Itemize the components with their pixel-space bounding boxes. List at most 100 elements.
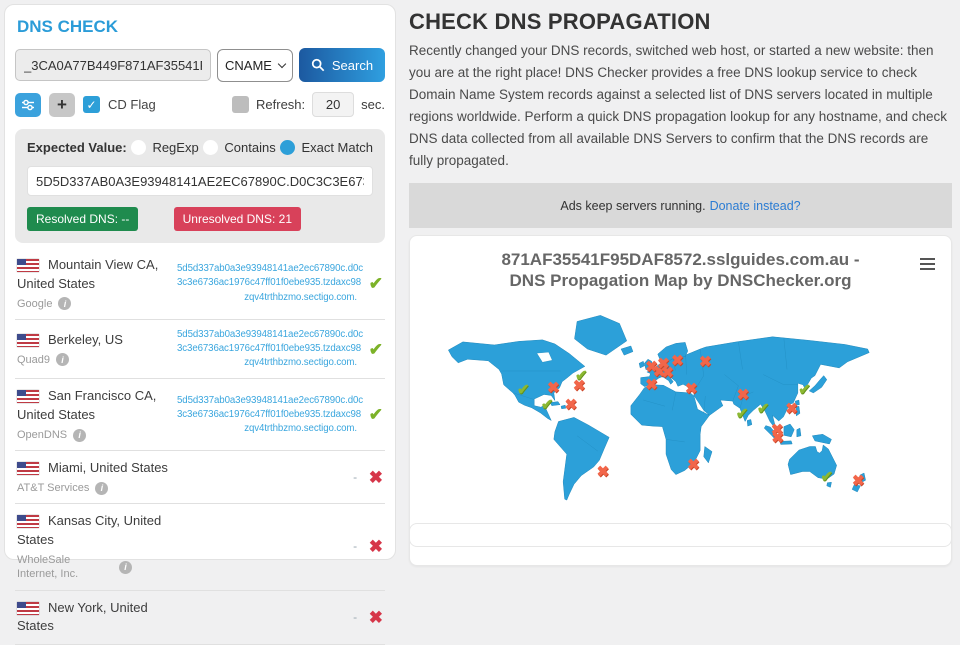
cd-flag-label: CD Flag — [108, 97, 156, 112]
map-marker-resolved: ✔ — [821, 469, 834, 484]
filter-settings-button[interactable] — [15, 93, 41, 117]
us-flag-icon — [17, 602, 39, 615]
page-title: CHECK DNS PROPAGATION — [409, 9, 952, 35]
refresh-checkbox[interactable] — [232, 96, 249, 113]
info-icon[interactable]: i — [58, 297, 71, 310]
server-row-miami: Miami, United States AT&T Services i - ✖ — [15, 451, 385, 504]
record-type-select[interactable]: CNAME — [217, 49, 293, 82]
resolved-dns-badge: Resolved DNS: -- — [27, 207, 138, 231]
search-row: CNAME Search — [15, 48, 385, 82]
chart-menu-button[interactable] — [918, 253, 937, 275]
radio-regexp-label: RegExp — [152, 140, 198, 155]
radio-regexp-circle[interactable] — [131, 140, 146, 155]
server-provider: Google — [17, 297, 52, 311]
server-location-cell: Miami, United States AT&T Services i — [17, 459, 177, 495]
map-marker-not-resolved: ✖ — [565, 397, 578, 412]
dns-server-list: Mountain View CA, United States Google i… — [15, 248, 385, 645]
map-title: 871AF35541F95DAF8572.sslguides.com.au - … — [410, 249, 951, 292]
sliders-icon — [21, 99, 35, 111]
map-marker-not-resolved: ✖ — [597, 464, 610, 479]
server-dns-value: - — [177, 538, 357, 555]
us-flag-icon — [17, 390, 39, 403]
radio-contains[interactable]: Contains — [203, 140, 275, 155]
map-marker-resolved: ✔ — [757, 401, 770, 416]
radio-contains-label: Contains — [224, 140, 275, 155]
server-location-cell: Berkeley, US Quad9 i — [17, 331, 177, 367]
search-button-label: Search — [332, 58, 373, 73]
server-status-icon: ✔ — [357, 341, 383, 358]
server-location-cell: New York, United States i — [17, 599, 177, 637]
refresh-group: Refresh: sec. — [232, 92, 385, 117]
radio-regexp[interactable]: RegExp — [131, 140, 198, 155]
map-marker-not-resolved: ✖ — [771, 430, 784, 445]
info-icon[interactable]: i — [56, 353, 69, 366]
map-marker-not-resolved: ✖ — [737, 388, 750, 403]
map-marker-layer: ✔✔✖✔✖✖✖✖✖✖✖✖✖✖✖✔✔✖✔✖✖✖✖✔✖ — [422, 298, 939, 520]
expected-value-label: Expected Value: — [27, 140, 127, 155]
search-icon — [311, 58, 325, 72]
options-row: + ✓ CD Flag Refresh: sec. — [15, 92, 385, 117]
map-marker-not-resolved: ✖ — [645, 377, 658, 392]
server-dns-value: 5d5d337ab0a3e93948141ae2ec67890c.d0c3c3e… — [177, 262, 357, 304]
donate-link[interactable]: Donate instead? — [710, 199, 801, 213]
unresolved-dns-badge: Unresolved DNS: 21 — [174, 207, 301, 231]
map-marker-not-resolved: ✖ — [687, 457, 700, 472]
record-type-value: CNAME — [225, 58, 272, 73]
map-title-line2: DNS Propagation Map by DNSChecker.org — [410, 270, 951, 291]
server-location: Berkeley, US — [48, 332, 123, 347]
world-map: ✔✔✖✔✖✖✖✖✖✖✖✖✖✖✖✔✔✖✔✖✖✖✖✔✖ — [422, 298, 939, 520]
refresh-label: Refresh: — [256, 97, 305, 112]
server-row-san-francisco: San Francisco CA, United States OpenDNS … — [15, 379, 385, 451]
server-provider: OpenDNS — [17, 428, 67, 442]
propagation-map-card: 871AF35541F95DAF8572.sslguides.com.au - … — [409, 235, 952, 566]
server-location-cell: Mountain View CA, United States Google i — [17, 256, 177, 311]
map-title-line1: 871AF35541F95DAF8572.sslguides.com.au - — [410, 249, 951, 270]
intro-paragraph: Recently changed your DNS records, switc… — [409, 40, 952, 172]
main-content: CHECK DNS PROPAGATION Recently changed y… — [409, 0, 952, 566]
map-marker-not-resolved: ✖ — [699, 355, 712, 370]
map-marker-not-resolved: ✖ — [547, 380, 560, 395]
server-dns-value: 5d5d337ab0a3e93948141ae2ec67890c.d0c3c3e… — [177, 328, 357, 370]
search-button[interactable]: Search — [299, 48, 385, 82]
info-icon[interactable]: i — [95, 482, 108, 495]
refresh-unit: sec. — [361, 97, 385, 112]
server-dns-value: - — [177, 469, 357, 486]
expected-value-box: Expected Value: RegExp Contains Exact Ma… — [15, 129, 385, 243]
server-provider: WholeSale Internet, Inc. — [17, 553, 113, 582]
map-marker-not-resolved: ✖ — [852, 473, 865, 488]
cd-flag-checkbox[interactable]: ✓ — [83, 96, 100, 113]
panel-title: DNS CHECK — [17, 17, 385, 37]
map-marker-resolved: ✔ — [798, 382, 811, 397]
map-marker-resolved: ✔ — [517, 382, 530, 397]
us-flag-icon — [17, 334, 39, 347]
radio-contains-circle[interactable] — [203, 140, 218, 155]
us-flag-icon — [17, 515, 39, 528]
info-icon[interactable]: i — [73, 429, 86, 442]
refresh-seconds-input[interactable] — [312, 92, 354, 117]
ads-notice: Ads keep servers running. Donate instead… — [409, 183, 952, 228]
server-status-icon: ✖ — [357, 609, 383, 626]
us-flag-icon — [17, 259, 39, 272]
server-provider: Quad9 — [17, 353, 50, 367]
server-status-icon: ✔ — [357, 275, 383, 292]
map-marker-not-resolved: ✖ — [671, 354, 684, 369]
radio-exact-match-circle[interactable] — [280, 140, 295, 155]
server-status-icon: ✔ — [357, 406, 383, 423]
add-server-button[interactable]: + — [49, 93, 75, 117]
server-location: Miami, United States — [48, 460, 168, 475]
hostname-input[interactable] — [15, 49, 211, 81]
server-location-cell: San Francisco CA, United States OpenDNS … — [17, 387, 177, 442]
chevron-down-icon — [278, 59, 286, 67]
map-marker-not-resolved: ✖ — [573, 378, 586, 393]
server-dns-value: 5d5d337ab0a3e93948141ae2ec67890c.d0c3c3e… — [177, 394, 357, 436]
server-dns-value: - — [177, 609, 357, 626]
radio-exact-match-label: Exact Match — [301, 140, 373, 155]
server-status-icon: ✖ — [357, 469, 383, 486]
map-marker-not-resolved: ✖ — [785, 401, 798, 416]
server-provider: AT&T Services — [17, 481, 89, 495]
info-icon[interactable]: i — [119, 561, 132, 574]
server-row-mountain-view: Mountain View CA, United States Google i… — [15, 248, 385, 320]
expected-value-input[interactable] — [27, 166, 373, 196]
map-marker-resolved: ✔ — [541, 397, 554, 412]
radio-exact-match[interactable]: Exact Match — [280, 140, 373, 155]
